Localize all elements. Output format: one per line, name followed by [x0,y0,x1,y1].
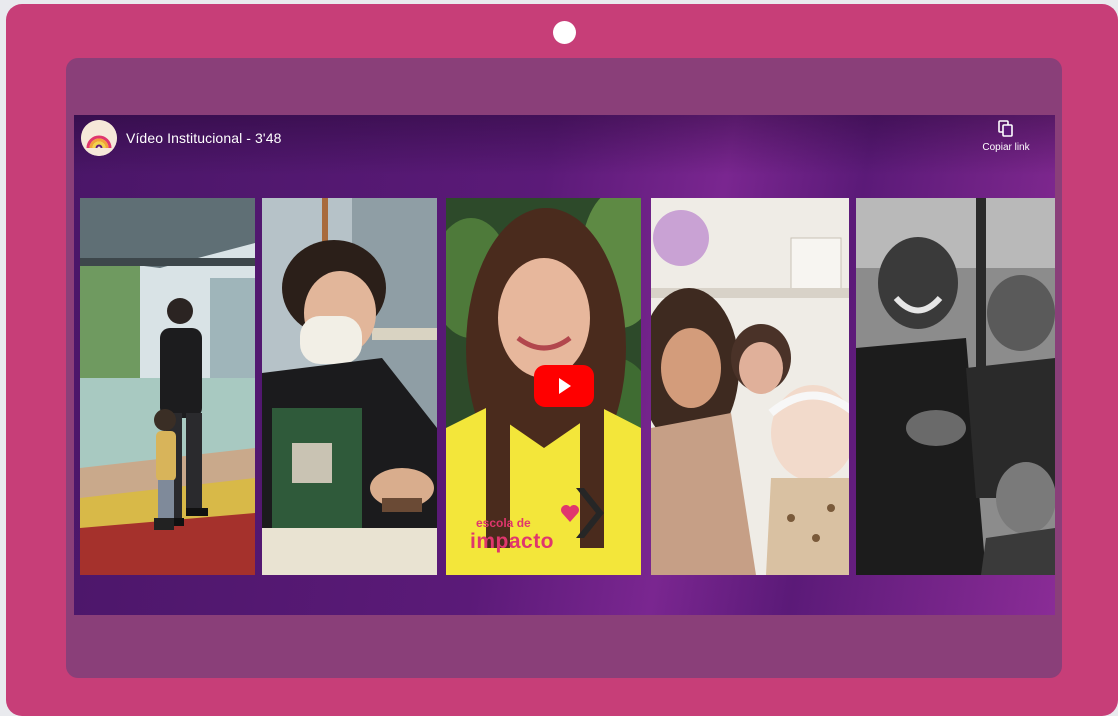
play-icon [559,378,571,394]
camera-dot [553,21,576,44]
video-panel-court [80,198,255,575]
copy-link-button[interactable]: Copiar link [971,120,1041,164]
channel-avatar[interactable] [81,120,117,156]
video-panel-family [651,198,849,575]
video-title[interactable]: Vídeo Institucional - 3'48 [126,130,281,146]
copy-link-label: Copiar link [982,142,1030,153]
video-panel-teacher [262,198,437,575]
youtube-player[interactable]: escola de impacto Vídeo Institucional - … [74,115,1055,615]
tablet-screen: escola de impacto Vídeo Institucional - … [66,58,1062,678]
shirt-text-top: escola de [476,516,531,530]
video-panel-group [856,198,1055,575]
tablet-frame: escola de impacto Vídeo Institucional - … [6,4,1118,716]
shirt-text-bottom: impacto [470,530,555,553]
rainbow-logo-icon [81,120,117,156]
play-button[interactable] [534,365,594,407]
copy-icon [998,120,1013,137]
